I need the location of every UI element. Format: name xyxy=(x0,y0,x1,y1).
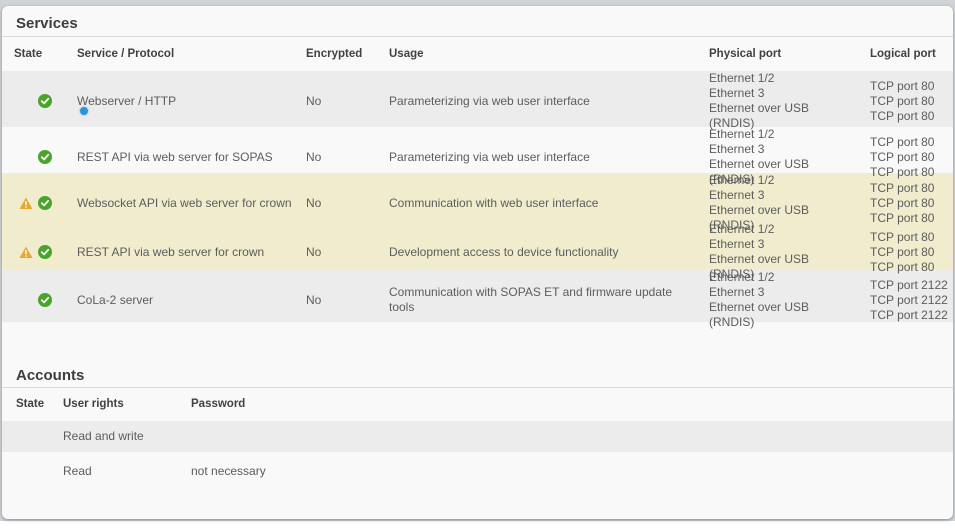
warning-triangle-icon xyxy=(19,246,33,259)
state-cell xyxy=(2,270,63,330)
password-value: not necessary xyxy=(177,464,953,479)
services-table-header: State Service / Protocol Encrypted Usage… xyxy=(2,37,953,71)
logical-ports: TCP port 80 TCP port 80 TCP port 80 xyxy=(856,181,953,226)
account-row-read[interactable]: Read not necessary xyxy=(2,452,953,490)
encrypted-value: No xyxy=(292,245,375,260)
usage-value: Communication with web user interface xyxy=(375,196,695,211)
table-row-rest-api-crown[interactable]: REST API via web server for crown No Dev… xyxy=(2,222,953,270)
cursor-click-indicator-icon xyxy=(80,107,88,115)
settings-panel: Services State Service / Protocol Encryp… xyxy=(2,6,953,519)
table-row-webserver-http[interactable]: Webserver / HTTP No Parameterizing via w… xyxy=(2,71,953,127)
check-circle-icon xyxy=(38,94,52,108)
physical-ports: Ethernet 1/2 Ethernet 3 Ethernet over US… xyxy=(695,270,856,330)
usage-value: Parameterizing via web user interface xyxy=(375,150,695,165)
table-row-rest-api-sopas[interactable]: REST API via web server for SOPAS No Par… xyxy=(2,127,953,173)
services-section-title: Services xyxy=(2,6,953,37)
check-circle-icon xyxy=(38,293,52,307)
state-cell xyxy=(2,71,63,131)
usage-value: Parameterizing via web user interface xyxy=(375,94,695,109)
logical-ports: TCP port 80 TCP port 80 TCP port 80 xyxy=(856,79,953,124)
user-rights-value: Read and write xyxy=(49,429,177,444)
logical-ports: TCP port 80 TCP port 80 TCP port 80 xyxy=(856,135,953,180)
encrypted-value: No xyxy=(292,94,375,109)
column-header-usage: Usage xyxy=(375,47,695,62)
accounts-section-title: Accounts xyxy=(2,355,953,388)
column-header-logical-port: Logical port xyxy=(856,47,953,62)
table-row-cola2-server[interactable]: CoLa-2 server No Communication with SOPA… xyxy=(2,270,953,322)
check-circle-icon xyxy=(38,150,52,164)
check-circle-icon xyxy=(38,245,52,259)
physical-ports: Ethernet 1/2 Ethernet 3 Ethernet over US… xyxy=(695,71,856,131)
user-rights-value: Read xyxy=(49,464,177,479)
column-header-password: Password xyxy=(177,397,953,412)
check-circle-icon xyxy=(38,196,52,210)
usage-value: Development access to device functionali… xyxy=(375,245,695,260)
logical-ports: TCP port 80 TCP port 80 TCP port 80 xyxy=(856,230,953,275)
table-row-websocket-api-crown[interactable]: Websocket API via web server for crown N… xyxy=(2,173,953,222)
logical-ports: TCP port 2122 TCP port 2122 TCP port 212… xyxy=(856,278,953,323)
column-header-state: State xyxy=(2,47,63,62)
encrypted-value: No xyxy=(292,196,375,211)
service-name: REST API via web server for crown xyxy=(63,245,292,260)
accounts-table-header: State User rights Password xyxy=(2,388,953,421)
column-header-service-protocol: Service / Protocol xyxy=(63,47,292,62)
column-header-state: State xyxy=(2,397,49,412)
service-name: CoLa-2 server xyxy=(63,293,292,308)
column-header-user-rights: User rights xyxy=(49,397,177,412)
encrypted-value: No xyxy=(292,293,375,308)
warning-triangle-icon xyxy=(19,197,33,210)
encrypted-value: No xyxy=(292,150,375,165)
column-header-encrypted: Encrypted xyxy=(292,47,375,62)
service-name: REST API via web server for SOPAS xyxy=(63,150,292,165)
column-header-physical-port: Physical port xyxy=(695,47,856,62)
usage-value: Communication with SOPAS ET and firmware… xyxy=(375,285,695,315)
service-name: Websocket API via web server for crown xyxy=(63,196,292,211)
service-name: Webserver / HTTP xyxy=(63,94,292,109)
account-row-read-and-write[interactable]: Read and write xyxy=(2,421,953,452)
